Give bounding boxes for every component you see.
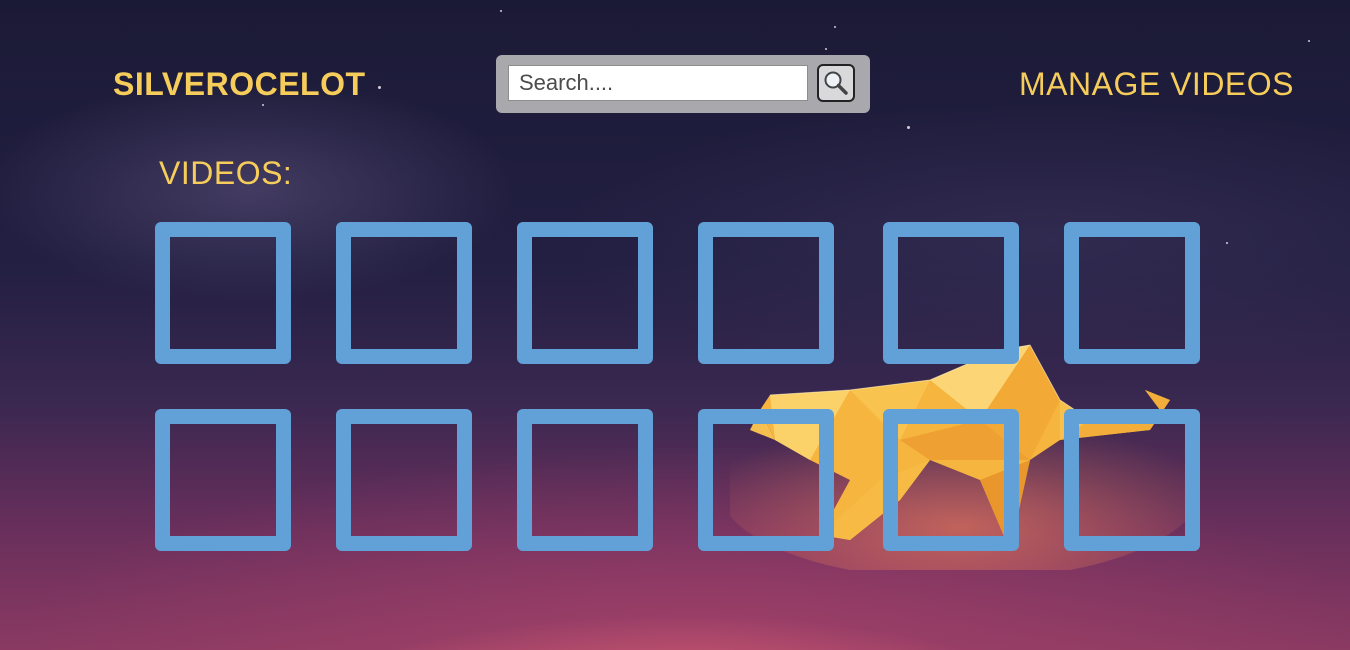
brand-logo-text: SILVEROCELOT: [113, 66, 366, 102]
search-button[interactable]: [817, 64, 855, 102]
star: [262, 104, 264, 106]
video-tile[interactable]: [517, 409, 653, 551]
star: [834, 26, 836, 28]
video-tile[interactable]: [336, 409, 472, 551]
video-tile[interactable]: [883, 222, 1019, 364]
videos-section-label: VIDEOS:: [159, 155, 293, 191]
search-bar: [496, 55, 870, 113]
video-tile[interactable]: [517, 222, 653, 364]
star: [378, 86, 381, 89]
video-tile[interactable]: [155, 409, 291, 551]
video-grid: [155, 222, 1200, 552]
star: [907, 126, 910, 129]
star: [500, 10, 502, 12]
manage-videos-link[interactable]: MANAGE VIDEOS: [1019, 66, 1294, 103]
search-input[interactable]: [508, 65, 808, 101]
video-tile[interactable]: [883, 409, 1019, 551]
video-tile[interactable]: [1064, 409, 1200, 551]
video-tile[interactable]: [698, 222, 834, 364]
video-tile[interactable]: [336, 222, 472, 364]
video-tile[interactable]: [1064, 222, 1200, 364]
video-tile[interactable]: [155, 222, 291, 364]
video-tile[interactable]: [698, 409, 834, 551]
magnifier-icon: [824, 71, 848, 95]
star: [1226, 242, 1228, 244]
star: [1308, 40, 1310, 42]
star: [825, 48, 827, 50]
